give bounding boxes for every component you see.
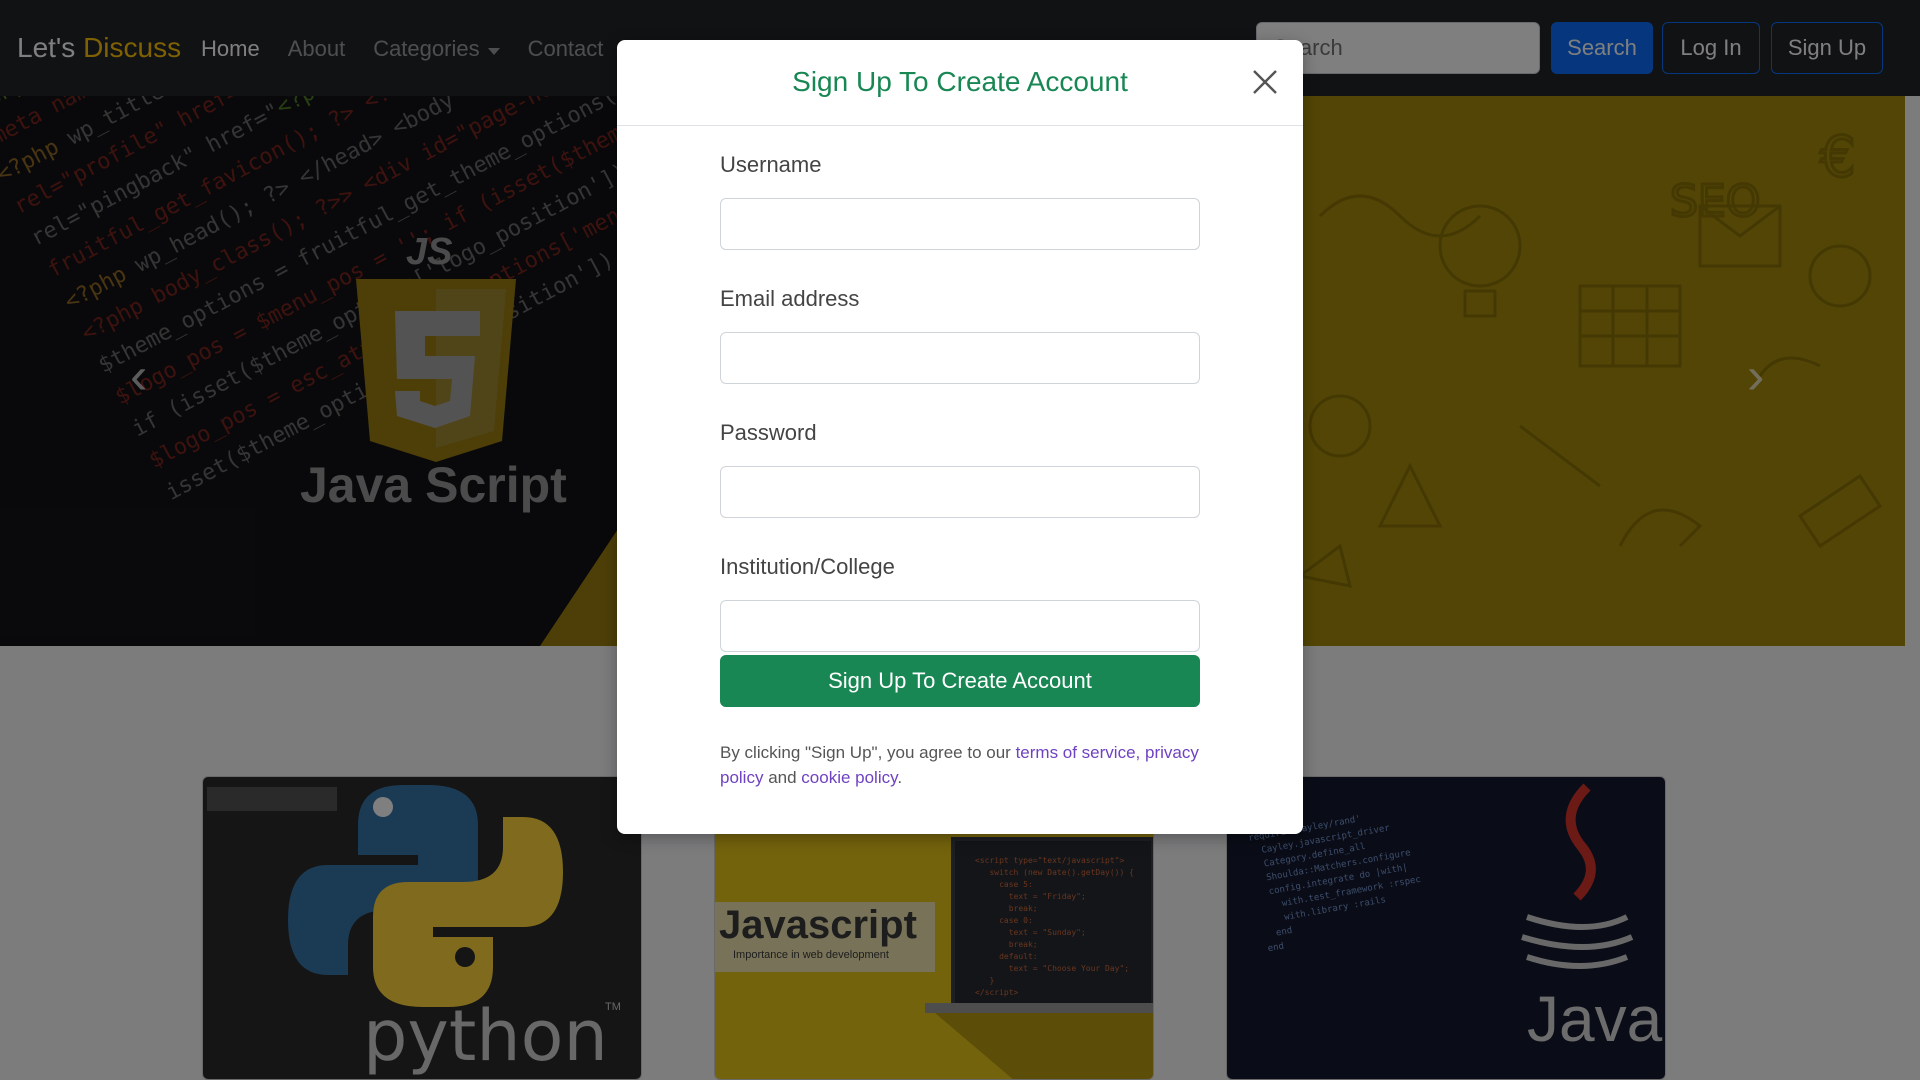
legal-end: . xyxy=(897,768,903,787)
legal-prefix: By clicking "Sign Up", you agree to our xyxy=(720,743,1016,762)
create-account-button[interactable]: Sign Up To Create Account xyxy=(720,655,1200,707)
institution-label: Institution/College xyxy=(720,554,895,579)
legal-notice: By clicking "Sign Up", you agree to our … xyxy=(720,740,1200,790)
cookie-policy-link[interactable]: cookie policy xyxy=(801,768,897,787)
terms-of-service-link[interactable]: terms of service, xyxy=(1016,743,1141,762)
close-icon[interactable] xyxy=(1247,64,1283,100)
password-label: Password xyxy=(720,420,817,445)
signup-modal: Sign Up To Create Account Username Email… xyxy=(617,40,1303,834)
password-field[interactable] xyxy=(720,466,1200,518)
email-label: Email address xyxy=(720,286,860,311)
username-label: Username xyxy=(720,152,822,177)
modal-title: Sign Up To Create Account xyxy=(792,66,1128,97)
signup-form: Username Email address Password Institut… xyxy=(720,152,1200,652)
institution-field[interactable] xyxy=(720,600,1200,652)
modal-header: Sign Up To Create Account xyxy=(617,40,1303,126)
email-field[interactable] xyxy=(720,332,1200,384)
legal-and: and xyxy=(763,768,802,787)
username-field[interactable] xyxy=(720,198,1200,250)
